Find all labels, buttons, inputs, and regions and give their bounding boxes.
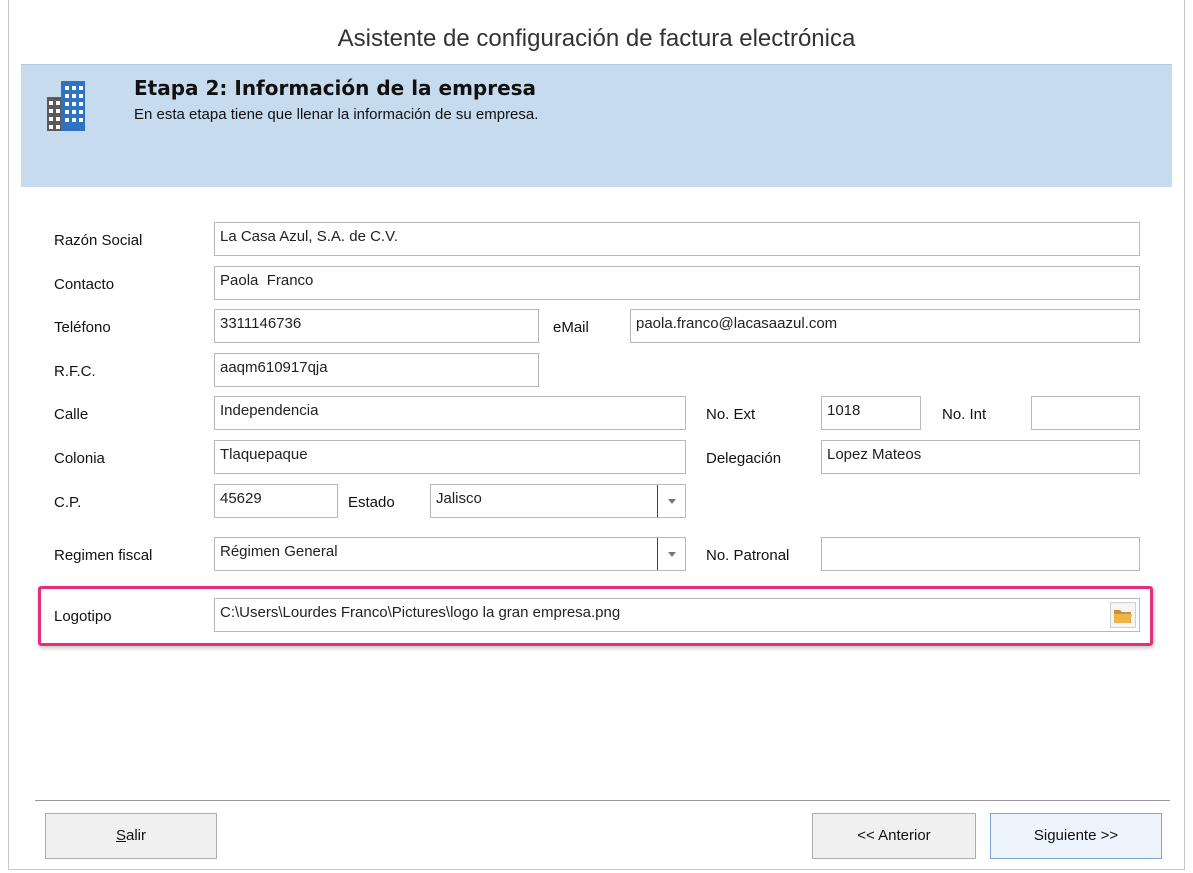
- chevron-down-icon[interactable]: [657, 538, 685, 570]
- salir-button[interactable]: Salir: [45, 813, 217, 859]
- cp-label: C.P.: [54, 494, 82, 511]
- no-patronal-input[interactable]: [821, 537, 1140, 571]
- razon-social-input[interactable]: La Casa Azul, S.A. de C.V.: [214, 222, 1140, 256]
- regimen-label: Regimen fiscal: [54, 547, 153, 564]
- logotipo-label: Logotipo: [54, 608, 112, 625]
- logotipo-input[interactable]: C:\Users\Lourdes Franco\Pictures\logo la…: [214, 598, 1140, 632]
- regimen-value: Régimen General: [220, 543, 338, 560]
- wizard-window: Asistente de configuración de factura el…: [8, 0, 1185, 870]
- contacto-label: Contacto: [54, 276, 115, 293]
- anterior-button[interactable]: << Anterior: [812, 813, 976, 859]
- chevron-down-icon[interactable]: [657, 485, 685, 517]
- no-int-label: No. Int: [942, 406, 987, 423]
- delegacion-input[interactable]: Lopez Mateos: [821, 440, 1140, 474]
- salir-label: alir: [126, 827, 147, 844]
- no-patronal-label: No. Patronal: [706, 547, 790, 564]
- delegacion-label: Delegación: [706, 450, 782, 467]
- email-input[interactable]: paola.franco@lacasaazul.com: [630, 309, 1140, 343]
- colonia-input[interactable]: Tlaquepaque: [214, 440, 686, 474]
- step-subtitle: En esta etapa tiene que llenar la inform…: [134, 106, 539, 123]
- siguiente-button[interactable]: Siguiente >>: [990, 813, 1162, 859]
- calle-label: Calle: [54, 406, 89, 423]
- telefono-input[interactable]: 3311146736: [214, 309, 539, 343]
- cp-input[interactable]: 45629: [214, 484, 338, 518]
- email-label: eMail: [553, 319, 589, 336]
- logotipo-path: C:\Users\Lourdes Franco\Pictures\logo la…: [220, 604, 621, 621]
- estado-label: Estado: [348, 494, 395, 511]
- step-title: Etapa 2: Información de la empresa: [134, 76, 537, 100]
- telefono-label: Teléfono: [54, 319, 111, 336]
- step-banner: Etapa 2: Información de la empresa En es…: [21, 64, 1172, 187]
- estado-value: Jalisco: [436, 490, 482, 507]
- contacto-input[interactable]: Paola Franco: [214, 266, 1140, 300]
- estado-select[interactable]: Jalisco: [430, 484, 686, 518]
- no-int-input[interactable]: [1031, 396, 1140, 430]
- folder-icon[interactable]: [1110, 602, 1136, 628]
- building-icon: [47, 81, 85, 131]
- footer-separator: [35, 800, 1170, 801]
- regimen-select[interactable]: Régimen General: [214, 537, 686, 571]
- window-title: Asistente de configuración de factura el…: [337, 25, 856, 52]
- calle-input[interactable]: Independencia: [214, 396, 686, 430]
- salir-mnemonic: S: [115, 827, 126, 844]
- rfc-label: R.F.C.: [54, 363, 96, 380]
- rfc-input[interactable]: aaqm610917qja: [214, 353, 539, 387]
- razon-social-label: Razón Social: [54, 232, 143, 249]
- colonia-label: Colonia: [54, 450, 105, 467]
- no-ext-label: No. Ext: [706, 406, 756, 423]
- no-ext-input[interactable]: 1018: [821, 396, 921, 430]
